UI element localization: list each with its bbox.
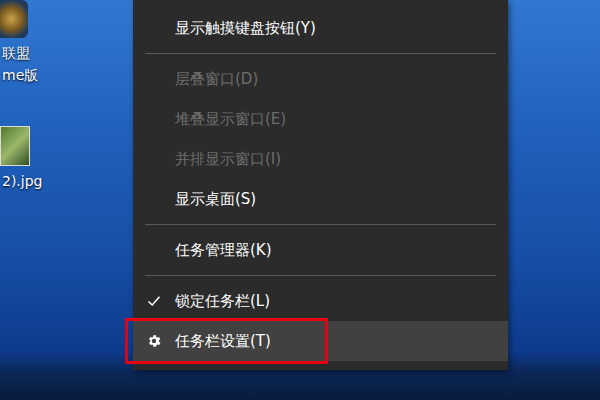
menu-separator [133,48,508,59]
annotation-box [125,318,328,364]
menu-item-label: 并排显示窗口(I) [175,150,281,169]
label-line: me版 [2,64,38,86]
app-logo-icon [0,0,28,38]
menu-item[interactable]: 锁定任务栏(L) [133,281,508,321]
menu-item-label: 层叠窗口(D) [175,70,258,89]
menu-separator [133,270,508,281]
menu-item-label: 任务栏设置(T) [175,332,271,351]
desktop: 联盟me版 2).jpg 显示触摸键盘按钮(Y) 层叠窗口(D) 堆叠显示窗口(E) 并排… [0,0,600,400]
desktop-icon-label: 2).jpg [0,170,42,192]
menu-item[interactable]: 并排显示窗口(I) [133,139,508,179]
menu-item-label: 堆叠显示窗口(E) [175,110,286,129]
label-line: 联盟 [2,42,38,64]
menu-item[interactable]: 层叠窗口(D) [133,59,508,99]
desktop-icon[interactable]: 联盟me版 [0,0,38,86]
menu-separator [133,219,508,230]
desktop-icon-label: 联盟me版 [0,42,38,86]
desktop-icon[interactable]: 2).jpg [0,126,42,192]
image-thumbnail-icon [0,126,30,166]
check-icon [147,294,161,308]
menu-item[interactable]: 堆叠显示窗口(E) [133,99,508,139]
menu-item-label: 显示桌面(S) [175,190,256,209]
menu-item[interactable]: 任务栏设置(T) [133,321,508,361]
menu-item-label: 锁定任务栏(L) [175,292,270,311]
gear-icon [146,333,162,349]
label-line: 2).jpg [2,170,42,192]
taskbar-context-menu: 显示触摸键盘按钮(Y) 层叠窗口(D) 堆叠显示窗口(E) 并排显示窗口(I) 显示桌面… [133,0,508,370]
menu-item-label: 任务管理器(K) [175,241,272,260]
menu-item[interactable]: 显示桌面(S) [133,179,508,219]
menu-item-label: 显示触摸键盘按钮(Y) [175,19,316,38]
menu-item[interactable]: 显示触摸键盘按钮(Y) [133,8,508,48]
menu-item[interactable]: 任务管理器(K) [133,230,508,270]
